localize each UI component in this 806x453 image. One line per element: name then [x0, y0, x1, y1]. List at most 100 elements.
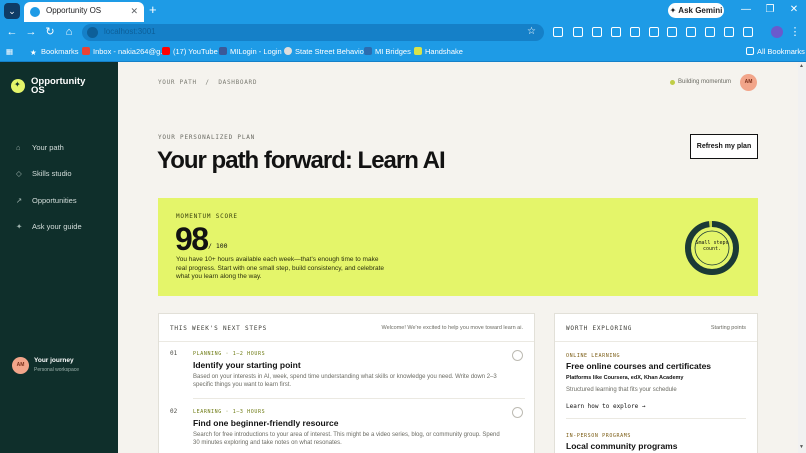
reload-icon[interactable]: ↻ [43, 25, 57, 39]
status-badge: Building momentum [678, 79, 732, 85]
sidebar-item-label: Your path [32, 143, 64, 152]
bookmark-item[interactable]: ★ Bookmarks [30, 47, 79, 57]
sidebar-item-label: Ask your guide [32, 222, 82, 231]
main-content: YOUR PATH / DASHBOARD Building momentum … [118, 62, 798, 453]
mibridges-icon [364, 47, 372, 55]
password-key-icon[interactable] [611, 27, 621, 37]
site-info-icon[interactable] [87, 27, 98, 38]
star-icon: ★ [30, 48, 37, 57]
tab-title: Opportunity OS [46, 6, 102, 15]
explore-tag: IN-PERSON PROGRAMS [566, 433, 631, 439]
explore-subtitle: Platforms like Coursera, edX, Khan Acade… [566, 375, 684, 381]
scroll-down-icon[interactable]: ▼ [799, 444, 804, 450]
explore-aside: Starting points [710, 325, 746, 331]
bookmark-label: MILogin - Login [230, 47, 282, 56]
bookmark-item[interactable]: State Street Behavio... [284, 47, 370, 56]
explore-tag: ONLINE LEARNING [566, 353, 621, 359]
bookmark-label: Inbox - nakia264@g... [93, 47, 167, 56]
refresh-plan-button[interactable]: Refresh my plan [690, 134, 758, 159]
menu-kebab-icon[interactable]: ⋮ [788, 25, 802, 39]
car-icon[interactable] [743, 27, 753, 37]
avatar[interactable]: AM [740, 74, 757, 91]
learn-explore-link[interactable]: Learn how to explore → [566, 403, 645, 410]
sidebar-item-opportunities[interactable]: ↗ Opportunities [16, 196, 77, 205]
handshake-icon [414, 47, 422, 55]
folder-icon [746, 47, 754, 55]
next-steps-heading: THIS WEEK'S NEXT STEPS [170, 325, 268, 332]
explore-title[interactable]: Free online courses and certificates [566, 361, 711, 371]
address-text: localhost:3001 [104, 27, 156, 36]
globe-icon [284, 47, 292, 55]
ask-gemini-button[interactable]: ✦ Ask Gemini [668, 3, 724, 18]
download-icon[interactable] [649, 27, 659, 37]
apps-grid-icon[interactable]: ▦ [6, 47, 13, 56]
bookmark-star-icon[interactable]: ☆ [527, 26, 536, 37]
step-number: 01 [170, 350, 178, 357]
momentum-eyebrow: MOMENTUM SCORE [176, 213, 238, 220]
tab-close-icon[interactable]: ✕ [130, 6, 138, 17]
diamond-icon: ◇ [16, 169, 22, 178]
bookmark-item[interactable]: (17) YouTube [162, 47, 218, 56]
bookmark-label: (17) YouTube [173, 47, 218, 56]
browser-tab[interactable]: Opportunity OS ✕ [24, 2, 144, 22]
media-icon[interactable] [724, 27, 734, 37]
browser-tab-strip: ⌄ Opportunity OS ✕ + ✦ Ask Gemini — ❐ ✕ [0, 0, 806, 22]
sidebar-item-your-path[interactable]: ⌂ Your path [16, 143, 64, 152]
profile-avatar-icon[interactable] [771, 26, 783, 38]
divider [159, 341, 534, 342]
new-tab-button[interactable]: + [149, 3, 157, 17]
journey-avatar[interactable]: AM [12, 357, 29, 374]
arrow-icon: ↗ [16, 196, 23, 205]
step-checkbox[interactable] [512, 407, 523, 418]
step-checkbox[interactable] [512, 350, 523, 361]
tab-search-icon[interactable]: ⌄ [4, 3, 20, 19]
sidebar-item-ask-your-guide[interactable]: ✦ Ask your guide [16, 222, 82, 231]
scrollbar[interactable] [798, 62, 806, 453]
all-bookmarks-label: All Bookmarks [757, 47, 805, 56]
bookmark-item[interactable]: MI Bridges [364, 47, 411, 56]
bookmark-item[interactable]: Handshake [414, 47, 463, 56]
location-icon[interactable] [686, 27, 696, 37]
toolbar: ← → ↻ ⌂ localhost:3001 ☆ ⋮ [0, 22, 806, 43]
minimize-icon[interactable]: — [736, 3, 756, 17]
bookmark-label: Handshake [425, 47, 463, 56]
sparkle-icon: ✦ [16, 222, 23, 231]
journey-title[interactable]: Your journey [34, 357, 74, 364]
momentum-score: 98 [175, 221, 209, 257]
bookmark-label: State Street Behavio... [295, 47, 371, 56]
sidepanel-icon[interactable] [667, 27, 677, 37]
back-icon[interactable]: ← [5, 25, 19, 39]
restore-icon[interactable]: ❐ [760, 3, 780, 17]
momentum-ring: Small steps count. [682, 218, 742, 278]
breadcrumb: YOUR PATH / DASHBOARD [158, 79, 258, 86]
sidebar: Opportunity OS ⌂ Your path ◇ Skills studio… [0, 62, 118, 453]
step-title[interactable]: Identify your starting point [193, 360, 301, 370]
step-tag: LEARNING · 1–3 HOURS [193, 409, 266, 415]
sidebar-item-label: Skills studio [32, 169, 72, 178]
card-icon[interactable] [705, 27, 715, 37]
step-number: 02 [170, 408, 178, 415]
print-icon[interactable] [573, 27, 583, 37]
divider [566, 418, 746, 419]
home-browser-icon[interactable]: ⌂ [62, 25, 76, 39]
welcome-text: Welcome! We're excited to help you move … [381, 325, 523, 331]
step-title[interactable]: Find one beginner-friendly resource [193, 418, 338, 428]
translate-icon[interactable] [553, 27, 563, 37]
all-bookmarks-folder[interactable]: All Bookmarks [746, 47, 805, 56]
step-tag: PLANNING · 1–2 HOURS [193, 351, 266, 357]
close-window-icon[interactable]: ✕ [784, 3, 804, 17]
forward-icon[interactable]: → [24, 25, 38, 39]
plan-eyebrow: YOUR PERSONALIZED PLAN [158, 134, 256, 141]
explore-title[interactable]: Local community programs [566, 441, 677, 451]
scroll-up-icon[interactable]: ▲ [799, 63, 804, 69]
sidebar-item-skills-studio[interactable]: ◇ Skills studio [16, 169, 72, 178]
brand-name: Opportunity OS [31, 76, 86, 96]
address-bar[interactable]: localhost:3001 ☆ [82, 24, 544, 41]
momentum-description: You have 10+ hours available each week—t… [176, 256, 384, 280]
milogin-icon [219, 47, 227, 55]
bookmark-item[interactable]: MILogin - Login [219, 47, 282, 56]
history-icon[interactable] [630, 27, 640, 37]
extension-icon[interactable] [592, 27, 602, 37]
journey-subtitle: Personal workspace [34, 367, 80, 373]
bookmark-item[interactable]: Inbox - nakia264@g... [82, 47, 167, 56]
